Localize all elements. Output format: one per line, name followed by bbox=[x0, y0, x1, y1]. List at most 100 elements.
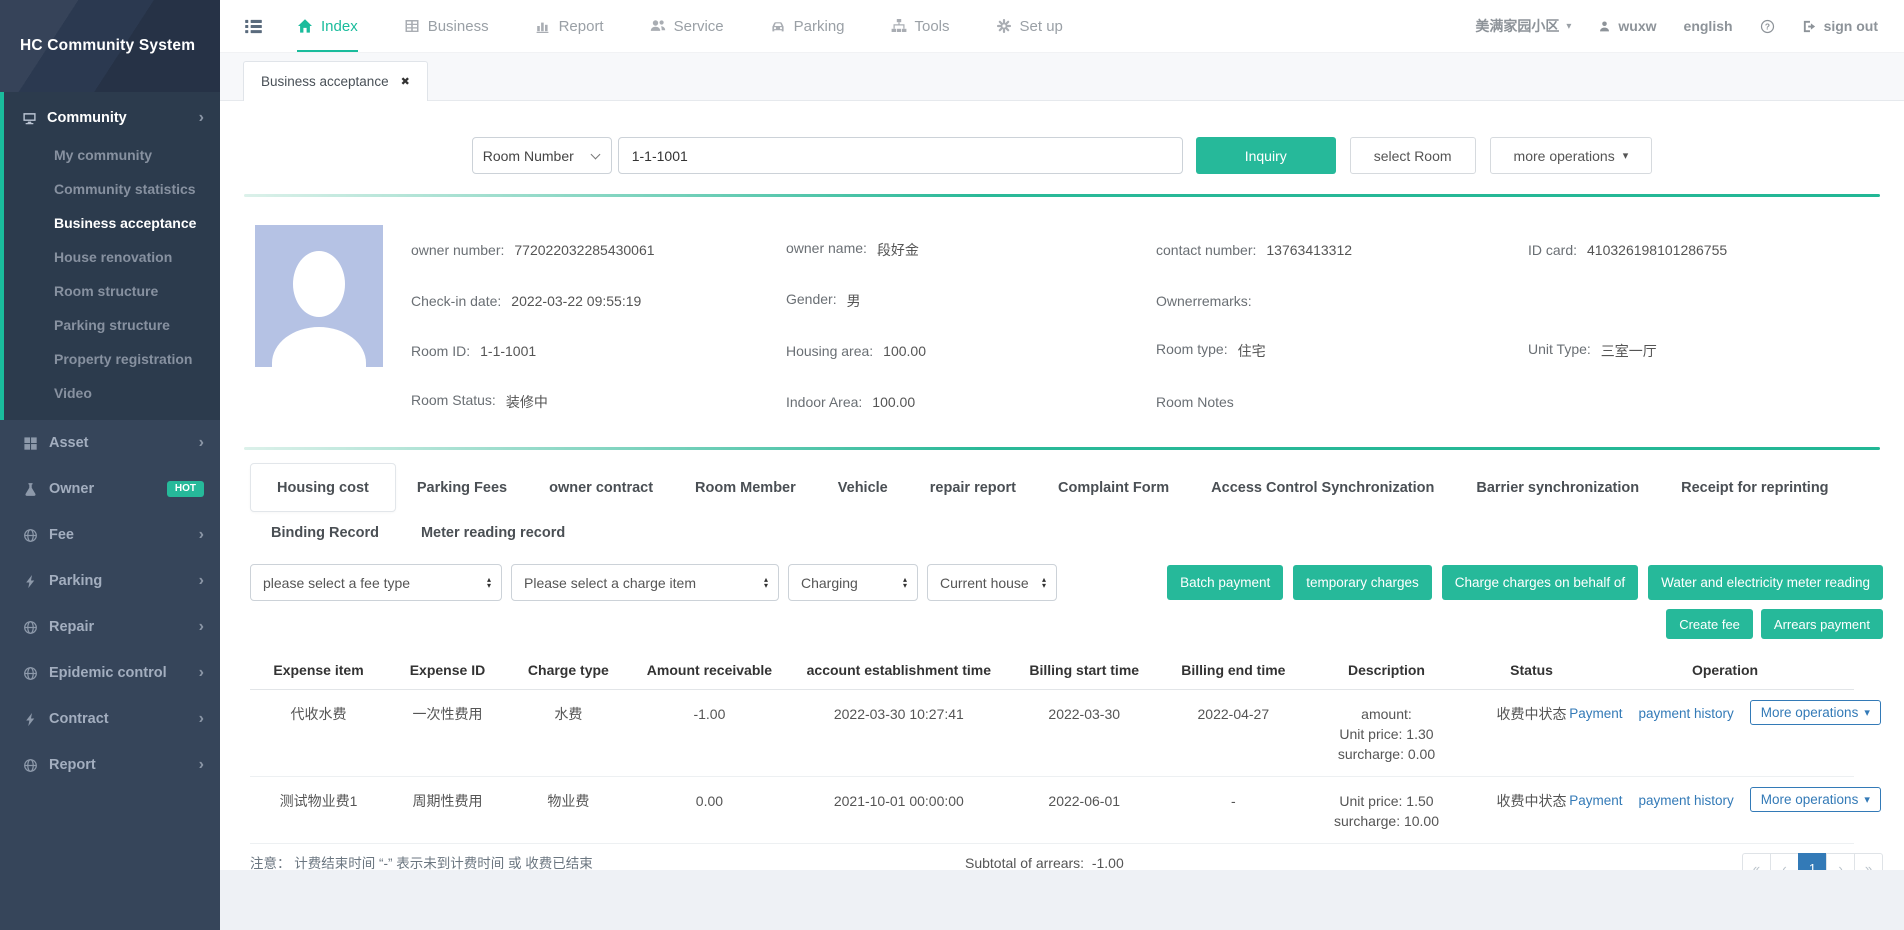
sidebar-item-house-renovation[interactable]: House renovation bbox=[4, 240, 220, 274]
sidebar-section-label: Report bbox=[49, 757, 96, 773]
sidebar-item-property-registration[interactable]: Property registration bbox=[4, 342, 220, 376]
page-next-button[interactable]: › bbox=[1826, 853, 1855, 870]
payment-history-link[interactable]: payment history bbox=[1638, 791, 1733, 811]
nav-business[interactable]: Business bbox=[404, 0, 489, 52]
house-select[interactable]: Current house ▴▾ bbox=[927, 564, 1057, 601]
close-icon[interactable]: ✖ bbox=[401, 75, 410, 88]
tab-receipt-reprinting[interactable]: Receipt for reprinting bbox=[1660, 480, 1849, 496]
select-room-button[interactable]: select Room bbox=[1350, 137, 1476, 174]
sidebar-section-report[interactable]: Report › bbox=[0, 742, 220, 788]
desktop-icon bbox=[22, 111, 37, 126]
sidebar-toggle-icon[interactable] bbox=[244, 17, 263, 36]
payment-history-link[interactable]: payment history bbox=[1638, 704, 1733, 724]
table-icon bbox=[404, 18, 420, 34]
community-switcher[interactable]: 美满家园小区 ▾ bbox=[1475, 16, 1571, 36]
charge-on-behalf-button[interactable]: Charge charges on behalf of bbox=[1442, 565, 1638, 600]
sidebar-section-owner[interactable]: Owner HOT bbox=[0, 466, 220, 512]
car-icon bbox=[770, 18, 786, 34]
sidebar-section-asset[interactable]: Asset › bbox=[0, 420, 220, 466]
charge-item-select[interactable]: Please select a charge item ▴▾ bbox=[511, 564, 779, 601]
sidebar-item-community-statistics[interactable]: Community statistics bbox=[4, 172, 220, 206]
sidebar-item-room-structure[interactable]: Room structure bbox=[4, 274, 220, 308]
tab-housing-cost[interactable]: Housing cost bbox=[250, 463, 396, 512]
cell-status: 收费中状态 bbox=[1467, 690, 1596, 777]
nav-label: Business bbox=[428, 18, 489, 35]
username: wuxw bbox=[1618, 18, 1656, 34]
sidebar-section-parking[interactable]: Parking › bbox=[0, 558, 220, 604]
caret-down-icon: ▾ bbox=[1623, 149, 1629, 162]
field-room-type: Room type:住宅 bbox=[1156, 341, 1528, 361]
sidebar-item-business-acceptance[interactable]: Business acceptance bbox=[4, 206, 220, 240]
nav-tools[interactable]: Tools bbox=[891, 0, 950, 52]
question-icon bbox=[1760, 19, 1775, 34]
more-operations-row-button[interactable]: More operations▾ bbox=[1750, 700, 1881, 725]
page-prev-button[interactable]: ‹ bbox=[1770, 853, 1799, 870]
tab-barrier-sync[interactable]: Barrier synchronization bbox=[1455, 480, 1660, 496]
nav-service[interactable]: Service bbox=[650, 0, 724, 52]
current-user[interactable]: wuxw bbox=[1598, 18, 1656, 34]
sidebar-section-epidemic-control[interactable]: Epidemic control › bbox=[0, 650, 220, 696]
sidebar-item-parking-structure[interactable]: Parking structure bbox=[4, 308, 220, 342]
tab-owner-contract[interactable]: owner contract bbox=[528, 480, 674, 496]
search-row: Room Number Inquiry select Room more ope… bbox=[220, 137, 1904, 174]
meter-reading-button[interactable]: Water and electricity meter reading bbox=[1648, 565, 1883, 600]
nav-parking[interactable]: Parking bbox=[770, 0, 845, 52]
page-1-button[interactable]: 1 bbox=[1798, 853, 1827, 870]
temporary-charges-button[interactable]: temporary charges bbox=[1293, 565, 1432, 600]
help-button[interactable] bbox=[1760, 19, 1775, 34]
sign-out-button[interactable]: sign out bbox=[1802, 18, 1878, 34]
tab-room-member[interactable]: Room Member bbox=[674, 480, 817, 496]
tab-business-acceptance[interactable]: Business acceptance ✖ bbox=[243, 61, 428, 101]
search-field-select[interactable]: Room Number bbox=[472, 137, 612, 174]
field-room-id: Room ID:1-1-1001 bbox=[411, 343, 786, 359]
nav-index[interactable]: Index bbox=[297, 0, 358, 52]
tab-vehicle[interactable]: Vehicle bbox=[817, 480, 909, 496]
tab-parking-fees[interactable]: Parking Fees bbox=[396, 480, 528, 496]
inquiry-button[interactable]: Inquiry bbox=[1196, 137, 1336, 174]
sidebar-item-my-community[interactable]: My community bbox=[4, 138, 220, 172]
tab-meter-reading-record[interactable]: Meter reading record bbox=[400, 525, 586, 541]
sidebar: HC Community System Community › My commu… bbox=[0, 0, 220, 930]
field-check-in-date: Check-in date:2022-03-22 09:55:19 bbox=[411, 293, 786, 309]
fee-type-select[interactable]: please select a fee type ▴▾ bbox=[250, 564, 502, 601]
more-operations-label: more operations bbox=[1514, 148, 1615, 164]
nav-label: Parking bbox=[794, 18, 845, 35]
field-room-notes: Room Notes bbox=[1156, 394, 1528, 410]
sidebar-section-repair[interactable]: Repair › bbox=[0, 604, 220, 650]
col-expense-id: Expense ID bbox=[387, 654, 508, 690]
nav-label: Report bbox=[559, 18, 604, 35]
field-contact-number: contact number:13763413312 bbox=[1156, 242, 1528, 258]
batch-payment-button[interactable]: Batch payment bbox=[1167, 565, 1283, 600]
flask-icon bbox=[23, 482, 38, 497]
sidebar-item-video[interactable]: Video bbox=[4, 376, 220, 410]
fee-filter-row: please select a fee type ▴▾ Please selec… bbox=[250, 564, 1883, 601]
globe-icon bbox=[23, 620, 38, 635]
sidebar-section-fee[interactable]: Fee › bbox=[0, 512, 220, 558]
arrears-subtotal: Subtotal of arrears: -1.00 bbox=[965, 855, 1124, 870]
page-last-button[interactable]: » bbox=[1854, 853, 1883, 870]
more-operations-button[interactable]: more operations ▾ bbox=[1490, 137, 1653, 174]
charging-select[interactable]: Charging ▴▾ bbox=[788, 564, 918, 601]
cell-expense-id: 一次性费用 bbox=[387, 690, 508, 777]
sidebar-section-contract[interactable]: Contract › bbox=[0, 696, 220, 742]
tab-complaint-form[interactable]: Complaint Form bbox=[1037, 480, 1190, 496]
page-first-button[interactable]: « bbox=[1742, 853, 1771, 870]
arrears-payment-button[interactable]: Arrears payment bbox=[1761, 609, 1883, 639]
table-header-row: Expense item Expense ID Charge type Amou… bbox=[250, 654, 1854, 690]
payment-link[interactable]: Payment bbox=[1569, 704, 1622, 724]
tab-repair-report[interactable]: repair report bbox=[909, 480, 1037, 496]
nav-label: Index bbox=[321, 18, 358, 35]
payment-link[interactable]: Payment bbox=[1569, 791, 1622, 811]
tab-access-control-sync[interactable]: Access Control Synchronization bbox=[1190, 480, 1455, 496]
nav-set-up[interactable]: Set up bbox=[996, 0, 1063, 52]
language-switcher[interactable]: english bbox=[1684, 18, 1733, 34]
room-search-input[interactable] bbox=[618, 137, 1183, 174]
tab-binding-record[interactable]: Binding Record bbox=[250, 525, 400, 541]
owner-info-grid: owner number:772022032285430061 owner na… bbox=[411, 225, 1904, 427]
sidebar-section-label: Parking bbox=[49, 573, 102, 589]
community-name: 美满家园小区 bbox=[1475, 16, 1559, 36]
create-fee-button[interactable]: Create fee bbox=[1666, 609, 1753, 639]
nav-report[interactable]: Report bbox=[535, 0, 604, 52]
sidebar-section-community[interactable]: Community › bbox=[4, 98, 220, 138]
more-operations-row-button[interactable]: More operations▾ bbox=[1750, 787, 1881, 812]
